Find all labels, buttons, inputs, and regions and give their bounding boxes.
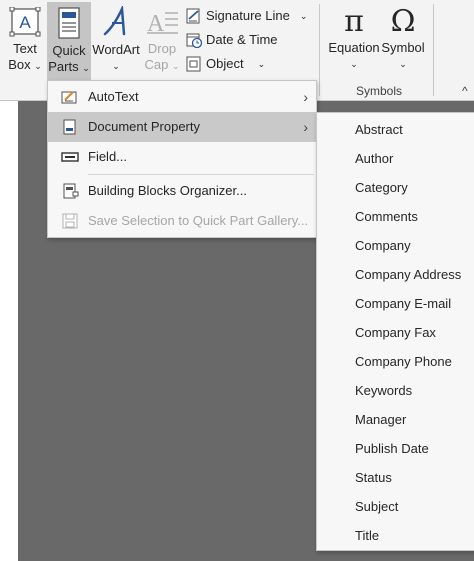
date-time-label: Date & Time	[206, 32, 278, 47]
submenu-item-company[interactable]: Company	[355, 238, 411, 254]
menu-item-label: Building Blocks Organizer...	[88, 183, 247, 198]
symbol-button[interactable]: Ω Symbol ⌄	[380, 4, 426, 76]
submenu-item-author[interactable]: Author	[355, 151, 393, 167]
ribbon-separator	[319, 4, 320, 96]
drop-cap-label-2: Cap	[144, 57, 169, 72]
chevron-down-icon: ⌄	[299, 11, 308, 21]
calendar-clock-icon	[186, 33, 202, 48]
menu-item-autotext[interactable]: AutoText ›	[48, 82, 316, 112]
equation-label: Equation	[328, 40, 380, 55]
quick-parts-label-2: Parts	[48, 59, 79, 74]
submenu-item-company-address[interactable]: Company Address	[355, 267, 461, 283]
omega-icon: Ω	[390, 4, 416, 39]
symbol-label: Symbol	[381, 40, 425, 55]
menu-separator	[88, 174, 314, 175]
collapse-ribbon-icon[interactable]: ^	[462, 84, 468, 98]
text-box-label-2: Box	[8, 57, 31, 72]
ribbon-separator	[433, 4, 434, 96]
date-time-button[interactable]: Date & Time	[186, 29, 278, 51]
signature-line-button[interactable]: Signature Line ⌄	[186, 5, 307, 27]
menu-item-field[interactable]: Field...	[48, 142, 316, 172]
text-box-icon: A	[9, 6, 41, 37]
document-property-icon	[63, 119, 76, 135]
autotext-icon	[61, 91, 77, 104]
chevron-down-icon: ⌄	[82, 63, 90, 73]
quick-parts-icon	[58, 7, 80, 39]
submenu-item-comments[interactable]: Comments	[355, 209, 418, 225]
submenu-item-manager[interactable]: Manager	[355, 412, 406, 428]
chevron-down-icon: ⌄	[171, 61, 180, 71]
document-property-submenu: Abstract Author Category Comments Compan…	[316, 112, 474, 551]
signature-icon	[186, 8, 200, 24]
submenu-item-keywords[interactable]: Keywords	[355, 383, 412, 399]
chevron-down-icon: ⌄	[34, 61, 42, 71]
submenu-item-title[interactable]: Title	[355, 528, 379, 544]
menu-item-label: Save Selection to Quick Part Gallery...	[88, 213, 309, 228]
submenu-item-publish-date[interactable]: Publish Date	[355, 441, 429, 457]
equation-button[interactable]: π Equation ⌄	[328, 4, 380, 76]
text-box-button[interactable]: A Text Box ⌄	[4, 4, 46, 76]
chevron-right-icon: ›	[303, 119, 308, 135]
menu-item-building-blocks-organizer[interactable]: Building Blocks Organizer...	[48, 176, 316, 206]
menu-item-label: AutoText	[88, 89, 139, 104]
wordart-label: WordArt	[92, 42, 140, 57]
wordart-icon	[103, 4, 126, 36]
signature-line-label: Signature Line	[206, 8, 290, 23]
drop-cap-icon: A	[147, 11, 178, 37]
submenu-item-company-fax[interactable]: Company Fax	[355, 325, 436, 341]
chevron-right-icon: ›	[303, 89, 308, 105]
menu-item-save-selection[interactable]: Save Selection to Quick Part Gallery...	[48, 206, 316, 236]
quick-parts-label-1: Quick	[52, 43, 86, 58]
wordart-button[interactable]: WordArt ⌄	[92, 4, 140, 76]
chevron-down-icon: ⌄	[257, 59, 266, 69]
field-icon	[61, 152, 79, 162]
save-icon	[62, 213, 78, 229]
drop-cap-label-1: Drop	[147, 41, 177, 56]
submenu-item-status[interactable]: Status	[355, 470, 392, 486]
chevron-down-icon: ⌄	[112, 61, 120, 71]
object-label: Object	[206, 56, 244, 71]
pi-icon: π	[344, 4, 364, 39]
menu-item-document-property[interactable]: Document Property ›	[48, 112, 316, 142]
text-box-label-1: Text	[13, 41, 37, 56]
symbols-group-label: Symbols	[356, 84, 403, 98]
building-blocks-icon	[63, 183, 79, 199]
submenu-item-company-phone[interactable]: Company Phone	[355, 354, 452, 370]
chevron-down-icon: ⌄	[399, 59, 407, 69]
object-button[interactable]: Object ⌄	[186, 53, 265, 75]
menu-item-label: Field...	[88, 149, 128, 164]
submenu-item-company-email[interactable]: Company E-mail	[355, 296, 451, 312]
submenu-item-abstract[interactable]: Abstract	[355, 122, 403, 138]
submenu-item-subject[interactable]: Subject	[355, 499, 398, 515]
chevron-down-icon: ⌄	[350, 59, 358, 69]
quick-parts-button[interactable]: Quick Parts ⌄	[47, 2, 91, 80]
svg-text:A: A	[19, 13, 31, 32]
menu-item-label: Document Property	[88, 119, 200, 134]
drop-cap-button[interactable]: A Drop Cap ⌄	[142, 4, 182, 76]
quick-parts-menu: AutoText › Document Property › Field... …	[47, 80, 317, 238]
document-page-edge	[0, 101, 18, 561]
submenu-item-category[interactable]: Category	[355, 180, 408, 196]
object-icon	[186, 56, 201, 72]
